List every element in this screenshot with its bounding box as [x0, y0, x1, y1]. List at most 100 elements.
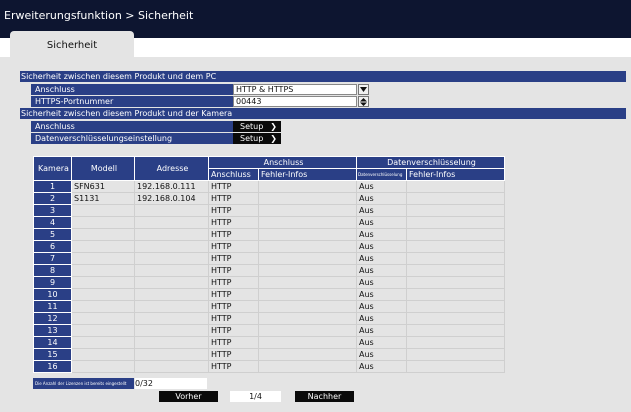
cell-model — [71, 276, 135, 289]
connection-dropdown-button[interactable] — [358, 84, 369, 95]
table-row[interactable]: 15 HTTP Aus — [33, 348, 505, 361]
table-row[interactable]: 12 HTTP Aus — [33, 312, 505, 325]
header-connection: Anschluss — [208, 168, 259, 181]
table-row[interactable]: 9 HTTP Aus — [33, 276, 505, 289]
camera-number: 16 — [33, 360, 72, 373]
connection-setup-button[interactable]: Setup ❯ — [233, 121, 281, 132]
cell-address — [134, 264, 209, 277]
cell-connection: HTTP — [208, 192, 259, 205]
cell-enc-error-info — [406, 228, 505, 241]
header-model: Modell — [71, 156, 135, 181]
previous-page-button[interactable]: Vorher — [159, 391, 218, 402]
cell-connection: HTTP — [208, 216, 259, 229]
cell-model — [71, 312, 135, 325]
header-encryption-group: Datenverschlüsselung — [356, 156, 505, 169]
cell-error-info — [258, 288, 357, 301]
cell-encryption: Aus — [356, 288, 407, 301]
header-encryption-error-info: Fehler-Infos — [406, 168, 505, 181]
header-encryption: Datenverschlüsselung — [356, 168, 407, 181]
camera-number: 4 — [33, 216, 72, 229]
cell-connection: HTTP — [208, 204, 259, 217]
camera-number: 14 — [33, 336, 72, 349]
camera-number: 12 — [33, 312, 72, 325]
table-row[interactable]: 6 HTTP Aus — [33, 240, 505, 253]
cell-error-info — [258, 240, 357, 253]
https-port-input[interactable]: 00443 — [233, 96, 357, 107]
cell-connection: HTTP — [208, 324, 259, 337]
cell-encryption: Aus — [356, 252, 407, 265]
cell-connection: HTTP — [208, 264, 259, 277]
cell-address — [134, 276, 209, 289]
setup-label: Setup — [240, 134, 264, 143]
next-page-button[interactable]: Nachher — [295, 391, 354, 402]
header-connection-group: Anschluss — [208, 156, 357, 169]
camera-number: 13 — [33, 324, 72, 337]
cell-connection: HTTP — [208, 348, 259, 361]
table-row[interactable]: 13 HTTP Aus — [33, 324, 505, 337]
table-row[interactable]: 11 HTTP Aus — [33, 300, 505, 313]
cell-encryption: Aus — [356, 228, 407, 241]
cell-model — [71, 300, 135, 313]
encryption-setup-button[interactable]: Setup ❯ — [233, 133, 281, 144]
camera-number: 7 — [33, 252, 72, 265]
cell-model — [71, 336, 135, 349]
cell-enc-error-info — [406, 360, 505, 373]
camera-number: 9 — [33, 276, 72, 289]
setup-label: Setup — [240, 122, 264, 131]
cell-model — [71, 288, 135, 301]
cell-address — [134, 336, 209, 349]
table-row[interactable]: 4 HTTP Aus — [33, 216, 505, 229]
https-port-label: HTTPS-Portnummer — [31, 96, 233, 107]
cell-enc-error-info — [406, 288, 505, 301]
cell-encryption: Aus — [356, 324, 407, 337]
table-row[interactable]: 14 HTTP Aus — [33, 336, 505, 349]
camera-number: 2 — [33, 192, 72, 205]
table-row[interactable]: 3 HTTP Aus — [33, 204, 505, 217]
cell-encryption: Aus — [356, 312, 407, 325]
cell-model — [71, 252, 135, 265]
cell-connection: HTTP — [208, 240, 259, 253]
camera-number: 11 — [33, 300, 72, 313]
cell-error-info — [258, 192, 357, 205]
camera-number: 3 — [33, 204, 72, 217]
cell-model — [71, 228, 135, 241]
table-row[interactable]: 7 HTTP Aus — [33, 252, 505, 265]
cell-error-info — [258, 312, 357, 325]
table-row[interactable]: 2 S1131 192.168.0.104 HTTP Aus — [33, 192, 505, 205]
cell-error-info — [258, 216, 357, 229]
table-row[interactable]: 10 HTTP Aus — [33, 288, 505, 301]
cell-connection: HTTP — [208, 288, 259, 301]
tab-sicherheit[interactable]: Sicherheit — [10, 31, 134, 57]
header-address: Adresse — [134, 156, 209, 181]
cell-encryption: Aus — [356, 204, 407, 217]
cell-error-info — [258, 180, 357, 193]
cell-address — [134, 204, 209, 217]
cell-enc-error-info — [406, 324, 505, 337]
cell-address — [134, 216, 209, 229]
table-row[interactable]: 8 HTTP Aus — [33, 264, 505, 277]
table-row[interactable]: 16 HTTP Aus — [33, 360, 505, 373]
https-port-stepper[interactable] — [358, 96, 369, 107]
cell-enc-error-info — [406, 300, 505, 313]
chevron-right-icon: ❯ — [270, 134, 277, 143]
tab-label: Sicherheit — [46, 40, 98, 51]
cell-enc-error-info — [406, 276, 505, 289]
camera-number: 8 — [33, 264, 72, 277]
cell-address — [134, 240, 209, 253]
camera-table: Kamera Modell Adresse Anschluss Datenver… — [33, 156, 505, 373]
cell-connection: HTTP — [208, 312, 259, 325]
connection-select[interactable]: HTTP & HTTPS — [233, 84, 357, 95]
cell-encryption: Aus — [356, 360, 407, 373]
cell-model — [71, 360, 135, 373]
cell-model — [71, 324, 135, 337]
cell-error-info — [258, 252, 357, 265]
cell-enc-error-info — [406, 180, 505, 193]
cell-connection: HTTP — [208, 360, 259, 373]
table-row[interactable]: 1 SFN631 192.168.0.111 HTTP Aus — [33, 180, 505, 193]
table-row[interactable]: 5 HTTP Aus — [33, 228, 505, 241]
dropdown-arrow-icon — [360, 87, 367, 92]
cell-connection: HTTP — [208, 336, 259, 349]
cell-error-info — [258, 276, 357, 289]
cell-model — [71, 216, 135, 229]
license-count-value: 0/32 — [135, 378, 207, 389]
